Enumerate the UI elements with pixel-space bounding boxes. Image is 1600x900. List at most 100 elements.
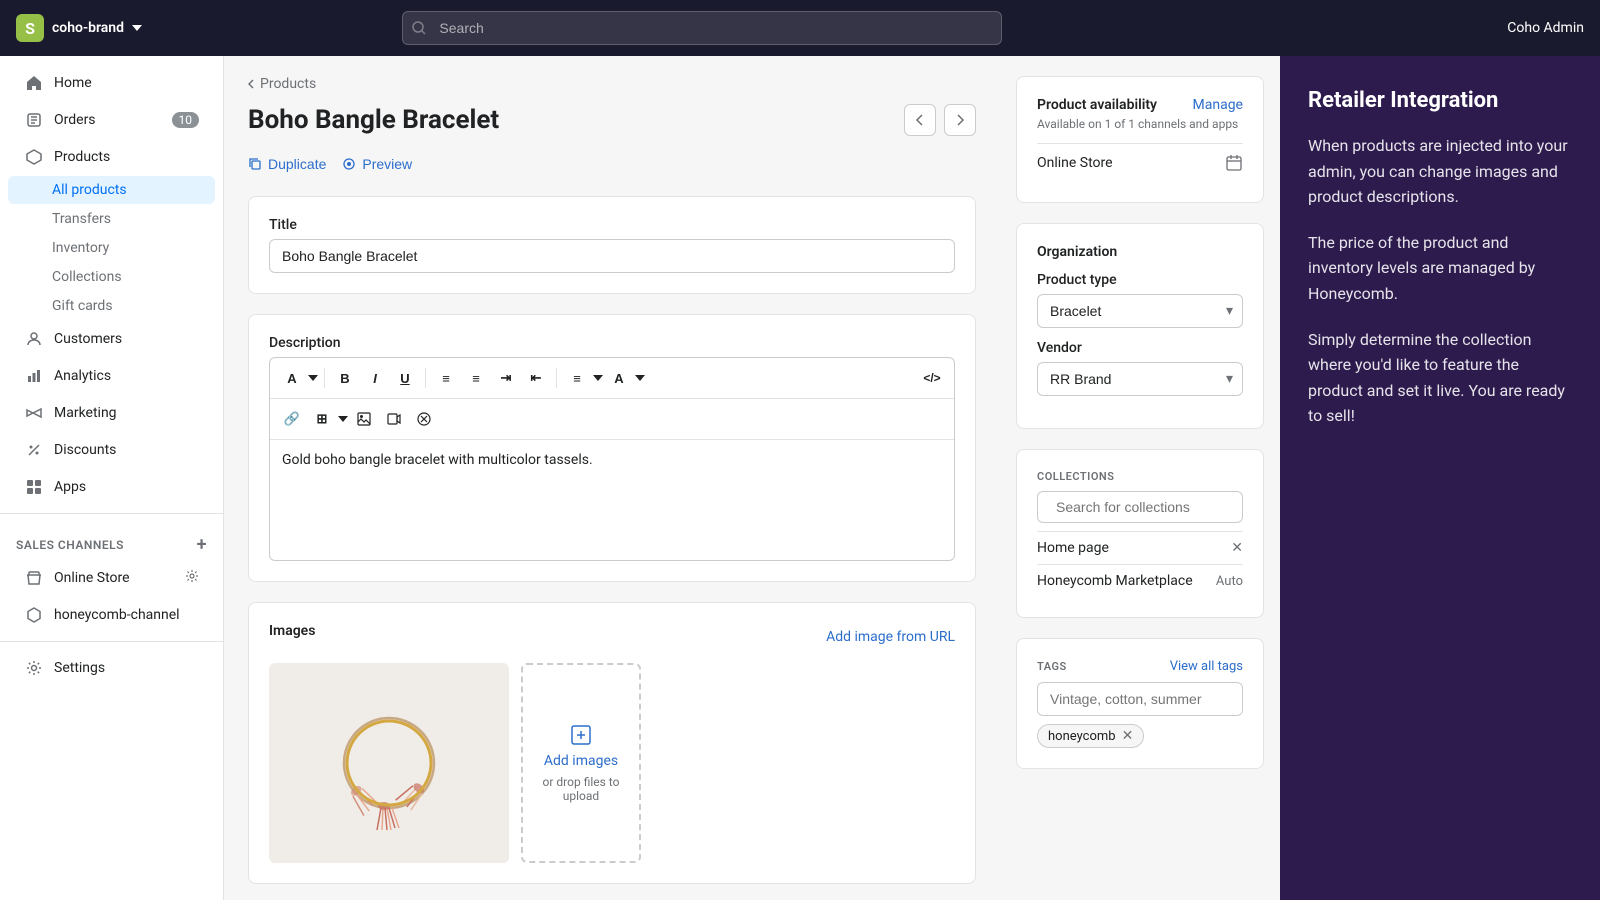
vendor-select-wrap: RR Brand ▾ bbox=[1037, 362, 1243, 396]
collections-search-input[interactable] bbox=[1056, 499, 1237, 515]
rte-ul-btn[interactable]: ≡ bbox=[432, 364, 460, 392]
title-label: Title bbox=[269, 217, 955, 233]
rte-divider-1 bbox=[324, 368, 325, 388]
rte-underline-btn[interactable]: U bbox=[391, 364, 419, 392]
collection-name-homepage: Home page bbox=[1037, 540, 1109, 556]
breadcrumb-parent[interactable]: Products bbox=[260, 76, 316, 92]
sidebar-item-all-products[interactable]: All products bbox=[8, 176, 215, 204]
upload-icon bbox=[569, 723, 593, 747]
images-grid: Add images or drop files toupload bbox=[269, 663, 955, 863]
image-upload-area[interactable]: Add images or drop files toupload bbox=[521, 663, 641, 863]
online-store-channel-label: Online Store bbox=[1037, 155, 1113, 171]
sidebar-item-online-store[interactable]: Online Store bbox=[8, 560, 215, 596]
sidebar-item-settings[interactable]: Settings bbox=[8, 650, 215, 686]
availability-header: Product availability Manage bbox=[1037, 97, 1243, 113]
collections-search-container bbox=[1037, 491, 1243, 523]
sidebar-item-customers[interactable]: Customers bbox=[8, 321, 215, 357]
tag-remove-button[interactable]: ✕ bbox=[1122, 728, 1134, 744]
all-products-label: All products bbox=[52, 182, 127, 198]
tags-input[interactable] bbox=[1037, 682, 1243, 716]
product-type-select[interactable]: Bracelet bbox=[1037, 294, 1243, 328]
rte-outdent-btn[interactable]: ⇤ bbox=[522, 364, 550, 392]
rte-indent-btn[interactable]: ⇥ bbox=[492, 364, 520, 392]
collection-name-honeycomb: Honeycomb Marketplace bbox=[1037, 573, 1193, 589]
orders-label: Orders bbox=[54, 112, 96, 128]
home-icon bbox=[24, 73, 44, 93]
rte-font-dropdown[interactable] bbox=[308, 375, 318, 381]
rte-divider-3 bbox=[556, 368, 557, 388]
rte-ol-btn[interactable]: ≡ bbox=[462, 364, 490, 392]
rte-color-dropdown[interactable] bbox=[635, 375, 645, 381]
drop-files-label: or drop files toupload bbox=[543, 775, 620, 803]
sidebar: Home Orders 10 Products All products Tra… bbox=[0, 56, 224, 900]
rte-bold-btn[interactable]: B bbox=[331, 364, 359, 392]
rte-align-dropdown[interactable] bbox=[593, 375, 603, 381]
add-image-url-button[interactable]: Add image from URL bbox=[826, 629, 955, 645]
brand-logo[interactable]: S coho-brand bbox=[16, 14, 142, 42]
sidebar-item-discounts[interactable]: Discounts bbox=[8, 432, 215, 468]
discounts-icon bbox=[24, 440, 44, 460]
sidebar-item-home[interactable]: Home bbox=[8, 65, 215, 101]
sidebar-item-inventory[interactable]: Inventory bbox=[8, 234, 215, 262]
sales-channels-label: SALES CHANNELS bbox=[16, 538, 124, 552]
tags-label: TAGS bbox=[1037, 660, 1067, 673]
sidebar-item-honeycomb[interactable]: honeycomb-channel bbox=[8, 597, 215, 633]
preview-button[interactable]: Preview bbox=[342, 152, 412, 176]
rte-link-btn[interactable]: 🔗 bbox=[278, 405, 306, 433]
page-title: Boho Bangle Bracelet bbox=[248, 105, 499, 135]
sidebar-item-gift-cards[interactable]: Gift cards bbox=[8, 292, 215, 320]
vendor-select[interactable]: RR Brand bbox=[1037, 362, 1243, 396]
availability-card: Product availability Manage Available on… bbox=[1016, 76, 1264, 203]
manage-link[interactable]: Manage bbox=[1193, 97, 1243, 113]
rte-align-btn[interactable]: ≡ bbox=[563, 364, 591, 392]
tag-label: honeycomb bbox=[1048, 729, 1116, 744]
prev-product-button[interactable] bbox=[904, 104, 936, 136]
sidebar-item-collections[interactable]: Collections bbox=[8, 263, 215, 291]
sidebar-item-transfers[interactable]: Transfers bbox=[8, 205, 215, 233]
title-input[interactable] bbox=[269, 239, 955, 273]
sidebar-item-orders[interactable]: Orders 10 bbox=[8, 102, 215, 138]
rte-video-btn[interactable] bbox=[380, 405, 408, 433]
add-channel-icon[interactable]: + bbox=[197, 534, 207, 555]
search-input[interactable] bbox=[402, 11, 1002, 45]
breadcrumb: Products bbox=[248, 76, 976, 92]
organization-card: Organization Product type Bracelet ▾ Ven… bbox=[1016, 223, 1264, 429]
description-content[interactable]: Gold boho bangle bracelet with multicolo… bbox=[270, 440, 954, 560]
sidebar-item-marketing[interactable]: Marketing bbox=[8, 395, 215, 431]
images-header: Images Add image from URL bbox=[269, 623, 955, 651]
collections-section-label: COLLECTIONS bbox=[1037, 470, 1243, 483]
online-store-settings-icon[interactable] bbox=[185, 569, 199, 587]
info-title: Retailer Integration bbox=[1308, 88, 1572, 113]
sidebar-item-apps[interactable]: Apps bbox=[8, 469, 215, 505]
rte-table-btn[interactable]: ⊞ bbox=[308, 405, 336, 433]
description-card: Description A B I U ≡ ≡ bbox=[248, 314, 976, 582]
rte-clear-btn[interactable] bbox=[410, 405, 438, 433]
chevron-down-icon bbox=[132, 25, 142, 31]
rte-code-btn[interactable]: </> bbox=[918, 364, 946, 392]
rte-italic-btn[interactable]: I bbox=[361, 364, 389, 392]
rte-font-btn[interactable]: A bbox=[278, 364, 306, 392]
sidebar-item-products[interactable]: Products bbox=[8, 139, 215, 175]
rte-table-dropdown[interactable] bbox=[338, 416, 348, 422]
calendar-icon[interactable] bbox=[1225, 154, 1243, 172]
customers-label: Customers bbox=[54, 331, 122, 347]
transfers-label: Transfers bbox=[52, 211, 111, 227]
page-header: Boho Bangle Bracelet bbox=[248, 104, 976, 136]
availability-sub: Available on 1 of 1 channels and apps bbox=[1037, 117, 1243, 131]
sales-channels-section: SALES CHANNELS + bbox=[0, 522, 223, 559]
rte-toolbar-2: 🔗 ⊞ bbox=[270, 399, 954, 440]
discounts-label: Discounts bbox=[54, 442, 116, 458]
orders-badge: 10 bbox=[172, 112, 200, 128]
bracelet-svg bbox=[309, 683, 469, 843]
action-bar: Duplicate Preview bbox=[248, 152, 976, 176]
next-product-button[interactable] bbox=[944, 104, 976, 136]
duplicate-button[interactable]: Duplicate bbox=[248, 152, 326, 176]
rte-color-btn[interactable]: A bbox=[605, 364, 633, 392]
product-image bbox=[269, 663, 509, 863]
analytics-icon bbox=[24, 366, 44, 386]
analytics-label: Analytics bbox=[54, 368, 111, 384]
collection-remove-homepage[interactable]: ✕ bbox=[1231, 540, 1243, 556]
view-all-tags-link[interactable]: View all tags bbox=[1170, 659, 1243, 674]
sidebar-item-analytics[interactable]: Analytics bbox=[8, 358, 215, 394]
rte-image-btn[interactable] bbox=[350, 405, 378, 433]
